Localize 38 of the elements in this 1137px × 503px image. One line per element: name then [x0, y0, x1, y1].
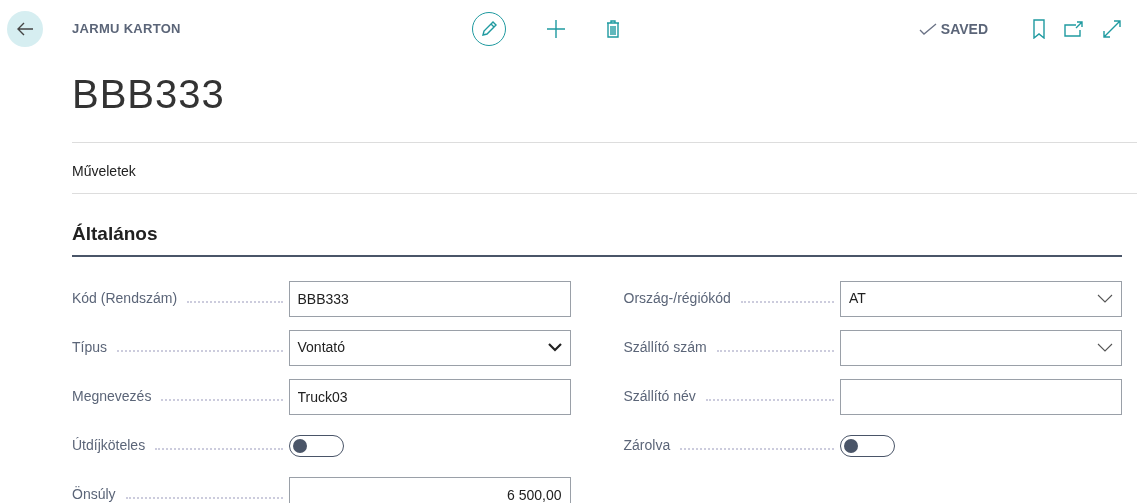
record-title: BBB333: [72, 74, 226, 114]
dropdown-field[interactable]: AT: [840, 280, 1122, 317]
check-icon: [918, 23, 937, 35]
input-field[interactable]: Truck03: [288, 378, 571, 415]
dropdown-field[interactable]: [840, 329, 1122, 366]
save-status: SAVED: [940, 19, 988, 39]
chevron-icon: [1097, 293, 1113, 304]
expand-icon: [1102, 19, 1122, 39]
section-title: Általános: [72, 223, 158, 244]
bookmark-button[interactable]: [1032, 19, 1046, 39]
expand-button[interactable]: [1102, 19, 1122, 39]
new-button[interactable]: [546, 19, 566, 39]
actions-link[interactable]: Műveletek: [72, 163, 136, 179]
chevron-icon: [1097, 342, 1113, 353]
pencil-icon: [480, 20, 498, 38]
page-caption: JARMU KARTON: [72, 20, 182, 39]
field-label: Ország-/régiókód: [623, 289, 731, 308]
field-label: Útdíjköteles: [72, 436, 146, 455]
input-field[interactable]: [840, 378, 1122, 415]
field-label: Szállító szám: [623, 338, 707, 357]
input-field[interactable]: 6 500,00: [288, 476, 571, 503]
plus-icon: [546, 19, 566, 39]
field-label: Önsúly: [72, 485, 116, 503]
chevron-icon: [547, 343, 562, 352]
field-label: Zárolva: [623, 436, 671, 455]
field-label: Megnevezés: [72, 387, 152, 406]
trash-icon: [606, 20, 620, 38]
popout-icon: [1064, 21, 1084, 37]
open-new-window-button[interactable]: [1064, 21, 1084, 37]
dropdown-field[interactable]: Vontató: [288, 329, 571, 366]
field-label: Szállító név: [623, 387, 696, 406]
bookmark-icon: [1032, 19, 1046, 39]
field-label: Típus: [72, 338, 107, 357]
delete-button[interactable]: [606, 20, 620, 38]
input-field[interactable]: BBB333: [288, 280, 571, 317]
field-label: Kód (Rendszám): [72, 289, 178, 308]
back-arrow-icon: [16, 22, 34, 36]
back-button[interactable]: [7, 11, 43, 47]
